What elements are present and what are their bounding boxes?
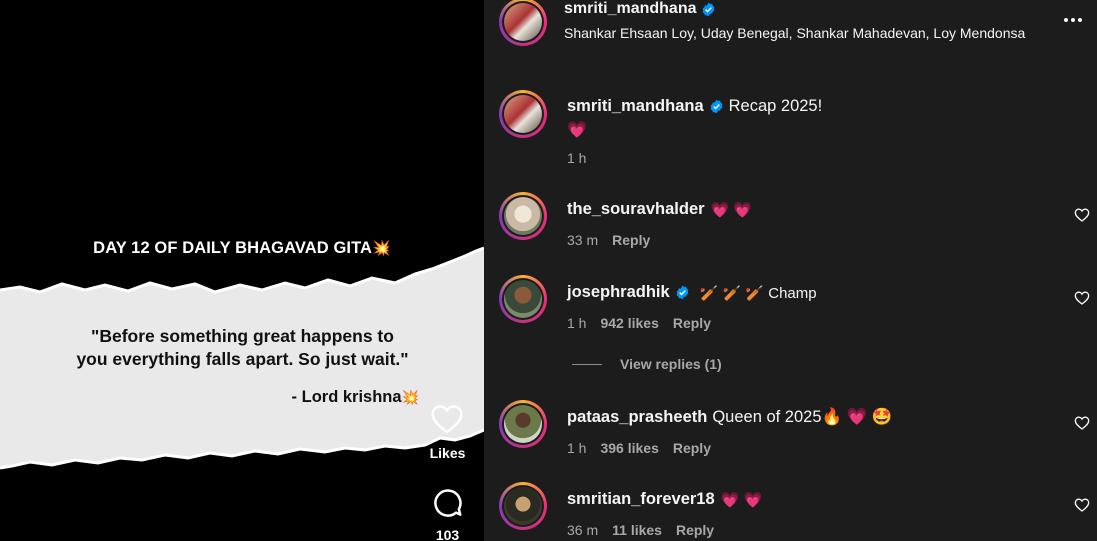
verified-badge-icon: [676, 285, 689, 300]
quote-line-2: you everything falls apart. So just wait…: [76, 349, 409, 369]
dot: [1071, 18, 1075, 22]
header-username-text[interactable]: smriti_mandhana: [564, 0, 696, 18]
view-replies-button[interactable]: View replies (1): [572, 356, 722, 372]
comments-count: 103: [435, 527, 460, 541]
verified-badge-icon: [710, 99, 722, 114]
heart-outline-icon: [431, 405, 463, 434]
comment-meta: 33 m Reply: [567, 232, 650, 248]
header-username[interactable]: smriti_mandhana: [564, 0, 716, 18]
comment-likes[interactable]: 942 likes: [600, 315, 658, 331]
quote-author-text: - Lord krishna: [291, 388, 402, 406]
comment-line: the_souravhalder 💗 💗: [567, 200, 752, 219]
comment-username[interactable]: pataas_prasheeth: [567, 408, 707, 427]
more-options-button[interactable]: [1062, 10, 1084, 30]
commenter-avatar[interactable]: [499, 192, 547, 240]
comment-username[interactable]: josephradhik: [567, 283, 670, 302]
reply-button[interactable]: Reply: [673, 440, 711, 456]
audio-attribution[interactable]: Shankar Ehsaan Loy, Uday Benegal, Shanka…: [564, 25, 1039, 41]
comment-likes[interactable]: 396 likes: [600, 440, 658, 456]
comment-button[interactable]: [430, 485, 466, 521]
reply-button[interactable]: Reply: [612, 232, 650, 248]
comment-like-heart-icon[interactable]: [1074, 290, 1090, 306]
spark-emoji: 💥: [372, 240, 391, 257]
view-replies-label[interactable]: View replies (1): [620, 356, 722, 372]
comment-username[interactable]: smritian_forever18: [567, 490, 715, 509]
comment-like-heart-icon[interactable]: [1074, 415, 1090, 431]
comment-line: smritian_forever18 💗 💗: [567, 490, 762, 509]
comment-text: 💗 💗: [720, 491, 763, 509]
comment-meta: 1 h 396 likes Reply: [567, 440, 711, 456]
comment-bubble-icon: [434, 489, 462, 517]
post-day-title-text: DAY 12 OF DAILY BHAGAVAD GITA: [93, 239, 373, 257]
caption-meta: 1 h: [567, 150, 586, 166]
author-avatar[interactable]: [499, 0, 547, 46]
dot: [1064, 18, 1068, 22]
spark-emoji: 💥: [401, 389, 419, 405]
torn-paper-graphic: [0, 246, 484, 470]
post-day-title: DAY 12 OF DAILY BHAGAVAD GITA💥: [0, 239, 484, 258]
quote-author: - Lord krishna💥: [292, 388, 419, 407]
comment-time: 1 h: [567, 440, 587, 456]
comment-meta: 36 m 11 likes Reply: [567, 522, 714, 538]
comment-like-heart-icon[interactable]: [1074, 207, 1090, 223]
comment-text: Queen of 2025🔥 💗 🤩: [712, 408, 893, 426]
comment-line: pataas_prasheeth Queen of 2025🔥 💗 🤩: [567, 408, 892, 427]
dot: [1078, 18, 1082, 22]
comments-panel: smriti_mandhana Shankar Ehsaan Loy, Uday…: [484, 0, 1097, 541]
caption-text: Recap 2025!: [728, 97, 823, 115]
caption-username[interactable]: smriti_mandhana: [567, 97, 704, 116]
verified-badge-icon: [703, 2, 715, 16]
reel-media[interactable]: DAY 12 OF DAILY BHAGAVAD GITA💥 "Before s…: [0, 0, 484, 541]
divider: [572, 363, 602, 365]
likes-label[interactable]: Likes: [420, 445, 475, 461]
commenter-avatar[interactable]: [499, 275, 547, 323]
commenter-avatar[interactable]: [499, 400, 547, 448]
post-quote: "Before something great happens to you e…: [40, 325, 445, 371]
reply-button[interactable]: Reply: [676, 522, 714, 538]
caption-time: 1 h: [567, 150, 587, 166]
caption-heart-emoji: 💗: [567, 122, 587, 139]
caption-line: smriti_mandhana Recap 2025!: [567, 97, 822, 116]
comment-line: josephradhik 🏏 🏏 🏏 Champ: [567, 283, 817, 302]
like-button[interactable]: [428, 400, 466, 438]
comment-likes[interactable]: 11 likes: [612, 522, 662, 538]
comment-text: 💗 💗: [710, 201, 753, 219]
comment-time: 1 h: [567, 315, 587, 331]
comment-username[interactable]: the_souravhalder: [567, 200, 705, 219]
caption-avatar[interactable]: [499, 90, 547, 138]
comment-time: 33 m: [567, 232, 599, 248]
comment-like-heart-icon[interactable]: [1074, 497, 1090, 513]
quote-line-1: "Before something great happens to: [91, 326, 394, 346]
commenter-avatar[interactable]: [499, 482, 547, 530]
reply-button[interactable]: Reply: [673, 315, 711, 331]
comment-text: 🏏 🏏 🏏 Champ: [699, 284, 817, 302]
comment-meta: 1 h 942 likes Reply: [567, 315, 711, 331]
comment-time: 36 m: [567, 522, 599, 538]
